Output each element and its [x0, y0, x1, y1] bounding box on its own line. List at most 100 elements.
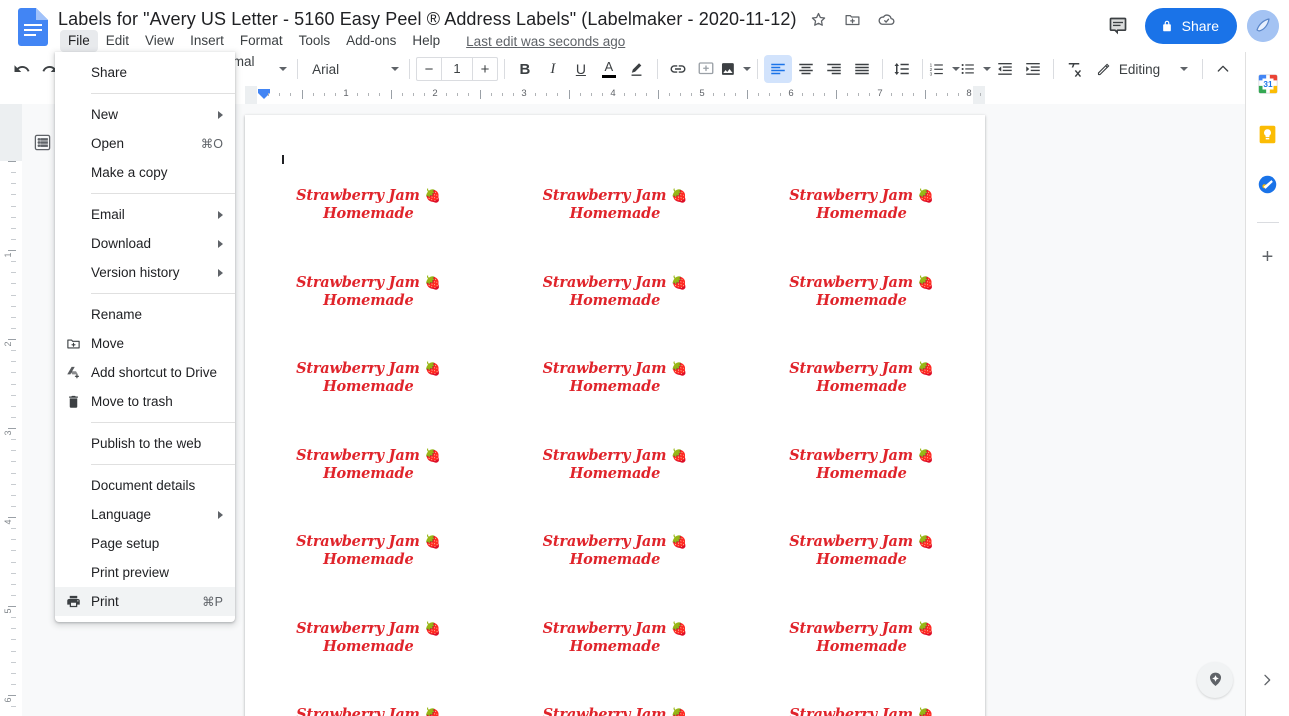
label-cell[interactable]: Strawberry Jam 🍓Homemade [492, 352, 739, 439]
label-cell[interactable]: Strawberry Jam 🍓Homemade [245, 352, 492, 439]
vertical-ruler-tick [11, 372, 16, 374]
avatar[interactable] [1247, 10, 1279, 42]
menu-view[interactable]: View [137, 30, 182, 52]
clear-formatting-button[interactable] [1060, 55, 1088, 83]
label-cell[interactable]: Strawberry Jam 🍓Homemade [738, 525, 985, 612]
comment-history-icon[interactable] [1101, 9, 1135, 43]
decrease-indent-button[interactable] [991, 55, 1019, 83]
undo-button[interactable] [8, 55, 36, 83]
chevron-down-icon [279, 67, 288, 71]
bulleted-list-button[interactable] [960, 55, 991, 83]
file-menu-dropdown[interactable]: Share New Open ⌘O Make a copy Email Download Ve… [55, 52, 235, 622]
menu-file[interactable]: File [60, 30, 98, 52]
google-tasks-icon[interactable] [1254, 170, 1282, 198]
menu-item-language[interactable]: Language [55, 500, 235, 529]
label-cell[interactable]: Strawberry Jam 🍓Homemade [738, 439, 985, 526]
align-left-button[interactable] [763, 55, 792, 83]
bold-button[interactable]: B [511, 55, 539, 83]
google-calendar-icon[interactable]: 31 [1254, 70, 1282, 98]
menu-item-print-preview[interactable]: Print preview [55, 558, 235, 587]
label-cell[interactable]: Strawberry Jam 🍓Homemade [245, 698, 492, 716]
highlight-color-button[interactable] [623, 55, 651, 83]
menu-item-page-setup[interactable]: Page setup [55, 529, 235, 558]
chevron-right-icon[interactable] [1253, 666, 1281, 694]
menu-item-move[interactable]: Move [55, 329, 235, 358]
menu-item-download[interactable]: Download [55, 229, 235, 258]
strawberry-emoji: 🍓 [917, 621, 934, 637]
google-keep-icon[interactable] [1254, 120, 1282, 148]
align-justify-button[interactable] [848, 55, 876, 83]
menu-item-add-shortcut-to-drive[interactable]: Add shortcut to Drive [55, 358, 235, 387]
menu-item-new[interactable]: New [55, 100, 235, 129]
label-cell[interactable]: Strawberry Jam 🍓Homemade [492, 179, 739, 266]
increase-font-size-button[interactable]: + [473, 58, 497, 80]
menu-format[interactable]: Format [232, 30, 291, 52]
font-size-input[interactable]: 1 [440, 58, 473, 80]
label-cell[interactable]: Strawberry Jam 🍓Homemade [245, 525, 492, 612]
font-family-select[interactable]: Arial [304, 55, 403, 83]
label-cell[interactable]: Strawberry Jam 🍓Homemade [245, 179, 492, 266]
ruler-tick [268, 93, 270, 96]
menu-tools[interactable]: Tools [291, 30, 339, 52]
last-edit-status[interactable]: Last edit was seconds ago [466, 34, 625, 49]
label-cell[interactable]: Strawberry Jam 🍓Homemade [492, 612, 739, 699]
document-outline-icon[interactable] [26, 126, 58, 158]
decrease-font-size-button[interactable]: − [417, 58, 441, 80]
menu-item-publish-to-the-web[interactable]: Publish to the web [55, 429, 235, 458]
editing-mode-selector[interactable]: Editing [1088, 55, 1196, 83]
menu-item-email[interactable]: Email [55, 200, 235, 229]
line-spacing-button[interactable] [888, 55, 916, 83]
insert-image-button[interactable] [720, 55, 751, 83]
menu-item-print[interactable]: Print ⌘P [55, 587, 235, 616]
menu-edit[interactable]: Edit [98, 30, 137, 52]
menu-help[interactable]: Help [404, 30, 448, 52]
google-docs-icon[interactable] [18, 8, 48, 46]
menu-item-document-details[interactable]: Document details [55, 471, 235, 500]
label-cell[interactable]: Strawberry Jam 🍓Homemade [738, 179, 985, 266]
add-comment-button[interactable] [692, 55, 720, 83]
align-center-button[interactable] [792, 55, 820, 83]
insert-link-button[interactable] [664, 55, 692, 83]
menu-item-rename[interactable]: Rename [55, 300, 235, 329]
increase-indent-button[interactable] [1019, 55, 1047, 83]
numbered-list-button[interactable]: 123 [929, 55, 961, 83]
underline-button[interactable]: U [567, 55, 595, 83]
ruler-tick [357, 93, 359, 96]
menu-item-move-to-trash[interactable]: Move to trash [55, 387, 235, 416]
ruler-track[interactable]: 1 2 3 4 5 6 7 8 [245, 86, 985, 104]
label-cell[interactable]: Strawberry Jam 🍓Homemade [492, 698, 739, 716]
star-icon[interactable] [807, 7, 831, 31]
document-page[interactable]: Strawberry Jam 🍓 Homemade Strawberry Jam 🍓… [245, 115, 985, 716]
menu-insert[interactable]: Insert [182, 30, 232, 52]
label-cell[interactable]: Strawberry Jam 🍓Homemade [492, 439, 739, 526]
explore-button[interactable] [1197, 662, 1233, 698]
label-cell[interactable]: Strawberry Jam 🍓Homemade [492, 266, 739, 353]
text-color-button[interactable]: A [595, 55, 623, 83]
menu-item-share[interactable]: Share [55, 58, 235, 87]
move-to-folder-icon[interactable] [841, 7, 865, 31]
ruler-tick [368, 93, 370, 96]
label-cell[interactable]: Strawberry Jam 🍓Homemade [492, 525, 739, 612]
italic-button[interactable]: I [539, 55, 567, 83]
label-cell[interactable]: Strawberry Jam 🍓Homemade [738, 352, 985, 439]
page-title[interactable]: Labels for "Avery US Letter - 5160 Easy … [58, 9, 797, 30]
chevron-down-icon [952, 67, 961, 71]
label-cell[interactable]: Strawberry Jam 🍓Homemade [738, 266, 985, 353]
collapse-toolbar-button[interactable] [1209, 55, 1237, 83]
label-cell[interactable]: Strawberry Jam 🍓Homemade [245, 439, 492, 526]
label-cell[interactable]: Strawberry Jam 🍓Homemade [245, 266, 492, 353]
align-right-button[interactable] [820, 55, 848, 83]
vertical-ruler[interactable]: 1 2 3 4 5 6 [0, 104, 22, 716]
menu-addons[interactable]: Add-ons [338, 30, 404, 52]
menu-item-make-a-copy[interactable]: Make a copy [55, 158, 235, 187]
cloud-saved-icon[interactable] [875, 7, 899, 31]
label-cell[interactable]: Strawberry Jam 🍓Homemade [738, 612, 985, 699]
menu-item-open[interactable]: Open ⌘O [55, 129, 235, 158]
menu-item-label: Print preview [91, 565, 170, 580]
label-cell[interactable]: Strawberry Jam 🍓Homemade [245, 612, 492, 699]
menu-item-version-history[interactable]: Version history [55, 258, 235, 287]
plus-icon[interactable]: + [1254, 243, 1282, 271]
strawberry-emoji: 🍓 [917, 535, 934, 550]
label-cell[interactable]: Strawberry Jam 🍓Homemade [738, 698, 985, 716]
share-button[interactable]: Share [1144, 8, 1237, 44]
